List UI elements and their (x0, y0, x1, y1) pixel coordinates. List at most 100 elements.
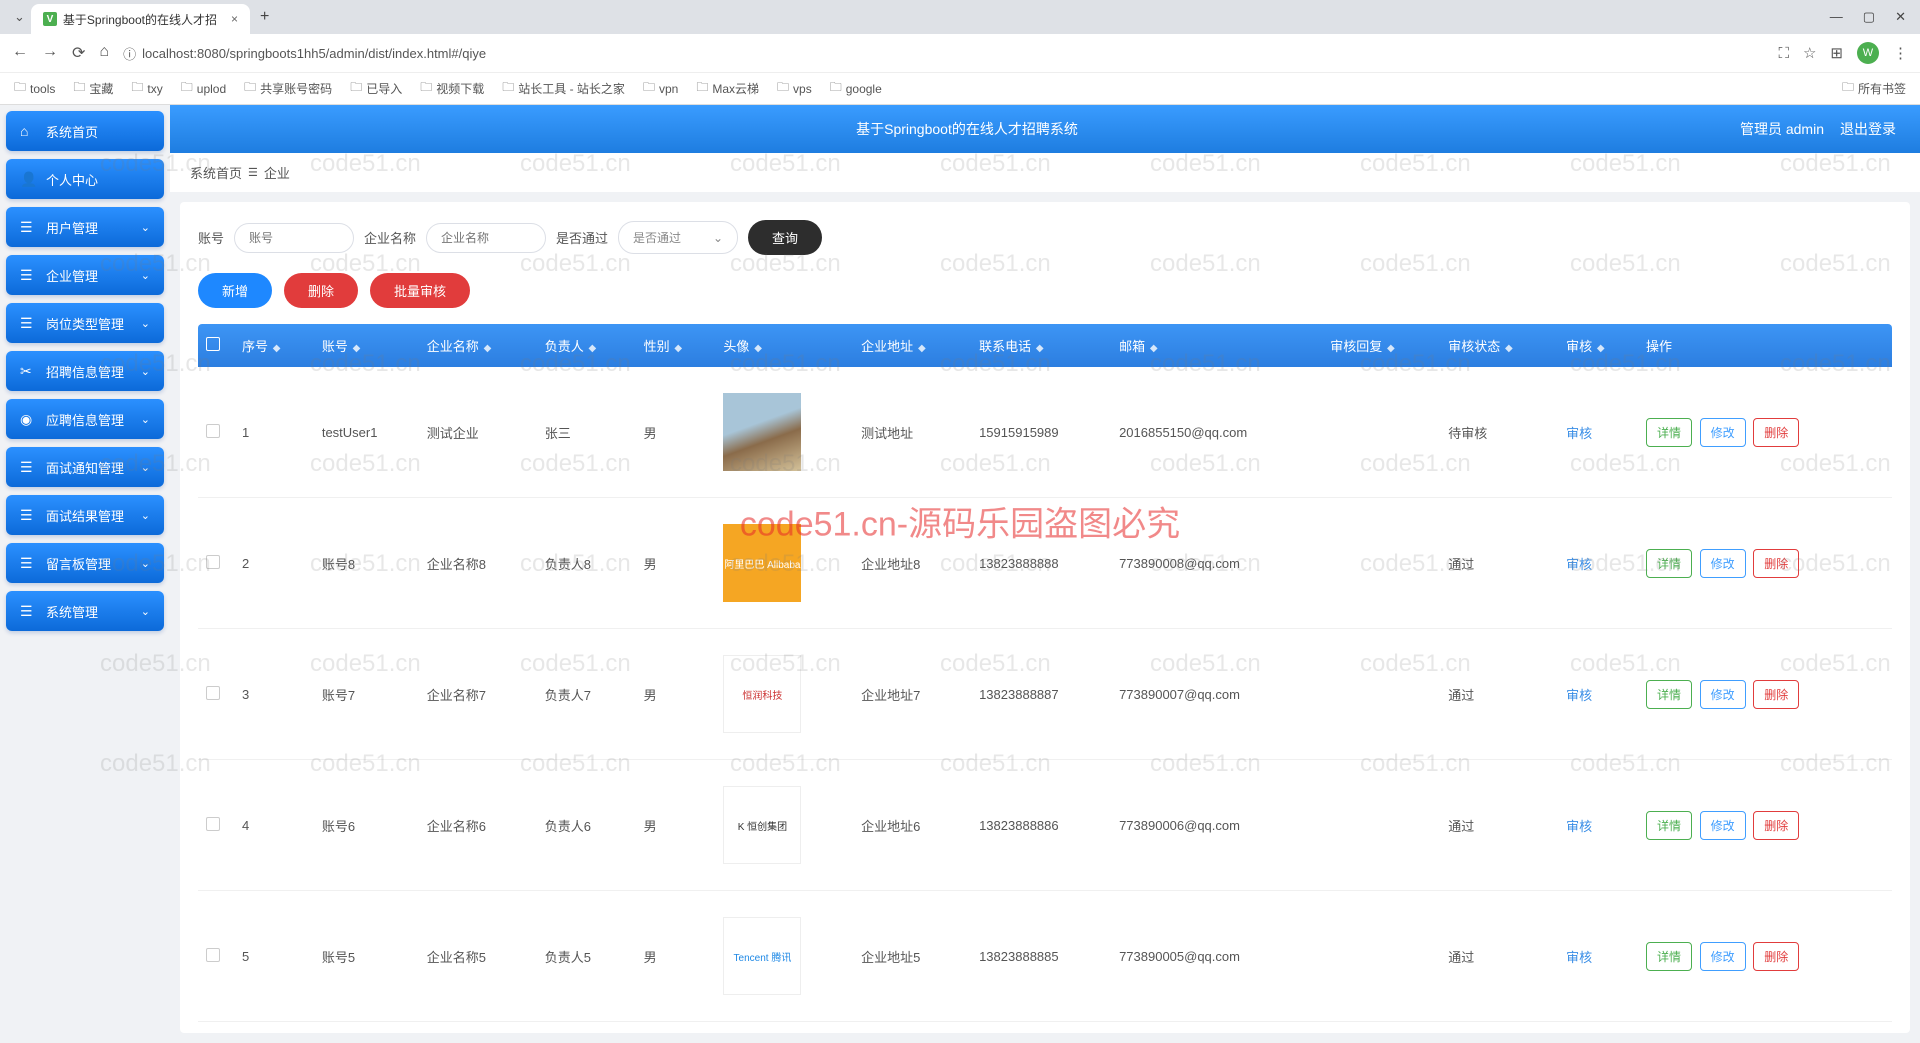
detail-button[interactable]: 详情 (1646, 680, 1692, 709)
bookmark-item[interactable]: 🗀 vps (777, 78, 812, 99)
sidebar-item[interactable]: ☰留言板管理⌄ (6, 543, 164, 583)
sidebar-item[interactable]: ☰面试通知管理⌄ (6, 447, 164, 487)
table-header-cell[interactable]: 负责人 ◆ (537, 324, 636, 367)
folder-icon: 🗀 (643, 78, 655, 99)
table-header-cell[interactable]: 企业名称 ◆ (419, 324, 537, 367)
maximize-icon[interactable]: ▢ (1863, 9, 1875, 25)
new-tab-button[interactable]: + (250, 8, 279, 26)
audit-link[interactable]: 审核 (1566, 950, 1592, 965)
detail-button[interactable]: 详情 (1646, 418, 1692, 447)
avatar-thumbnail[interactable]: K 恒创集团 (723, 786, 801, 864)
table-header-cell[interactable]: 序号 ◆ (234, 324, 314, 367)
sidebar-item[interactable]: 👤个人中心 (6, 159, 164, 199)
add-button[interactable]: 新增 (198, 273, 272, 308)
sidebar-item[interactable]: ◉应聘信息管理⌄ (6, 399, 164, 439)
address-bar[interactable]: ⓘ localhost:8080/springboots1hh5/admin/d… (123, 44, 1764, 63)
table-header-cell[interactable]: 审核 ◆ (1558, 324, 1638, 367)
tab-dropdown-icon[interactable]: ⌄ (8, 9, 31, 25)
extensions-icon[interactable]: ⊞ (1830, 44, 1843, 62)
row-checkbox[interactable] (206, 686, 220, 700)
admin-label[interactable]: 管理员 admin (1740, 119, 1824, 139)
avatar-thumbnail[interactable]: 阿里巴巴 Alibaba (723, 524, 801, 602)
delete-row-button[interactable]: 删除 (1753, 680, 1799, 709)
close-window-icon[interactable]: ✕ (1895, 9, 1906, 25)
audit-link[interactable]: 审核 (1566, 557, 1592, 572)
row-checkbox[interactable] (206, 424, 220, 438)
profile-avatar[interactable]: W (1857, 42, 1879, 64)
bookmark-item[interactable]: 🗀 宝藏 (73, 78, 113, 99)
filter-pass-select[interactable]: 是否通过 ⌄ (618, 221, 738, 254)
detail-button[interactable]: 详情 (1646, 811, 1692, 840)
table-header-cell[interactable]: 邮箱 ◆ (1111, 324, 1322, 367)
logout-link[interactable]: 退出登录 (1840, 119, 1896, 139)
bookmark-item[interactable]: 🗀 vpn (643, 78, 678, 99)
sidebar-item[interactable]: ☰用户管理⌄ (6, 207, 164, 247)
bookmark-item[interactable]: 🗀 站长工具 - 站长之家 (502, 78, 625, 99)
close-icon[interactable]: × (231, 12, 238, 26)
batch-audit-button[interactable]: 批量审核 (370, 273, 470, 308)
edit-button[interactable]: 修改 (1700, 811, 1746, 840)
bookmark-item[interactable]: 🗀 txy (131, 78, 162, 99)
row-checkbox[interactable] (206, 948, 220, 962)
home-icon[interactable]: ⌂ (99, 43, 109, 63)
bookmark-item[interactable]: 🗀 uplod (181, 78, 226, 99)
bookmark-item[interactable]: 🗀 Max云梯 (696, 78, 759, 99)
edit-button[interactable]: 修改 (1700, 549, 1746, 578)
cell-index: 5 (234, 891, 314, 1022)
row-checkbox[interactable] (206, 817, 220, 831)
table-header-cell[interactable]: 审核回复 ◆ (1322, 324, 1440, 367)
edit-button[interactable]: 修改 (1700, 942, 1746, 971)
sidebar-item[interactable]: ☰企业管理⌄ (6, 255, 164, 295)
detail-button[interactable]: 详情 (1646, 549, 1692, 578)
back-icon[interactable]: ← (12, 43, 28, 63)
filter-account-input[interactable] (234, 223, 354, 253)
menu-icon[interactable]: ⋮ (1893, 44, 1908, 62)
reload-icon[interactable]: ⟳ (72, 43, 85, 63)
bookmark-item[interactable]: 🗀 视频下载 (420, 78, 484, 99)
sidebar-item[interactable]: ☰岗位类型管理⌄ (6, 303, 164, 343)
breadcrumb-home[interactable]: 系统首页 (190, 163, 242, 182)
bookmark-item[interactable]: 🗀 已导入 (350, 78, 402, 99)
edit-button[interactable]: 修改 (1700, 680, 1746, 709)
filter-company-input[interactable] (426, 223, 546, 253)
sidebar-item[interactable]: ⌂系统首页 (6, 111, 164, 151)
avatar-thumbnail[interactable]: 恒润科技 (723, 655, 801, 733)
sidebar-item[interactable]: ✂招聘信息管理⌄ (6, 351, 164, 391)
delete-row-button[interactable]: 删除 (1753, 811, 1799, 840)
table-header-cell[interactable]: 性别 ◆ (636, 324, 716, 367)
table-header-cell[interactable]: 账号 ◆ (314, 324, 419, 367)
audit-link[interactable]: 审核 (1566, 688, 1592, 703)
table-header-cell[interactable]: 头像 ◆ (715, 324, 853, 367)
sidebar-item[interactable]: ☰面试结果管理⌄ (6, 495, 164, 535)
table-header-cell[interactable]: 联系电话 ◆ (971, 324, 1111, 367)
table-header-cell[interactable] (198, 324, 234, 367)
delete-row-button[interactable]: 删除 (1753, 549, 1799, 578)
forward-icon[interactable]: → (42, 43, 58, 63)
bookmark-star-icon[interactable]: ☆ (1803, 44, 1816, 62)
delete-row-button[interactable]: 删除 (1753, 418, 1799, 447)
bookmark-item[interactable]: 🗀 共享账号密码 (244, 78, 332, 99)
sidebar-item[interactable]: ☰系统管理⌄ (6, 591, 164, 631)
avatar-thumbnail[interactable]: Tencent 腾讯 (723, 917, 801, 995)
edit-button[interactable]: 修改 (1700, 418, 1746, 447)
translate-icon[interactable]: ⛶ (1778, 45, 1789, 62)
all-bookmarks[interactable]: 🗀 所有书签 (1842, 78, 1906, 99)
table-header-cell[interactable]: 操作 (1638, 324, 1892, 367)
table-header-cell[interactable]: 审核状态 ◆ (1440, 324, 1558, 367)
row-checkbox[interactable] (206, 555, 220, 569)
delete-row-button[interactable]: 删除 (1753, 942, 1799, 971)
audit-link[interactable]: 审核 (1566, 426, 1592, 441)
search-button[interactable]: 查询 (748, 220, 822, 255)
minimize-icon[interactable]: — (1830, 9, 1843, 25)
site-info-icon[interactable]: ⓘ (123, 44, 136, 63)
browser-tab[interactable]: V 基于Springboot的在线人才招 × (31, 4, 250, 34)
table-header-cell[interactable]: 企业地址 ◆ (853, 324, 971, 367)
bookmark-item[interactable]: 🗀 tools (14, 78, 55, 99)
detail-button[interactable]: 详情 (1646, 942, 1692, 971)
checkbox-all[interactable] (206, 337, 220, 351)
avatar-thumbnail[interactable] (723, 393, 801, 471)
delete-button[interactable]: 删除 (284, 273, 358, 308)
audit-link[interactable]: 审核 (1566, 819, 1592, 834)
bookmark-item[interactable]: 🗀 google (830, 78, 882, 99)
table-row: 1 testUser1 测试企业 张三 男 测试地址 15915915989 2… (198, 367, 1892, 498)
